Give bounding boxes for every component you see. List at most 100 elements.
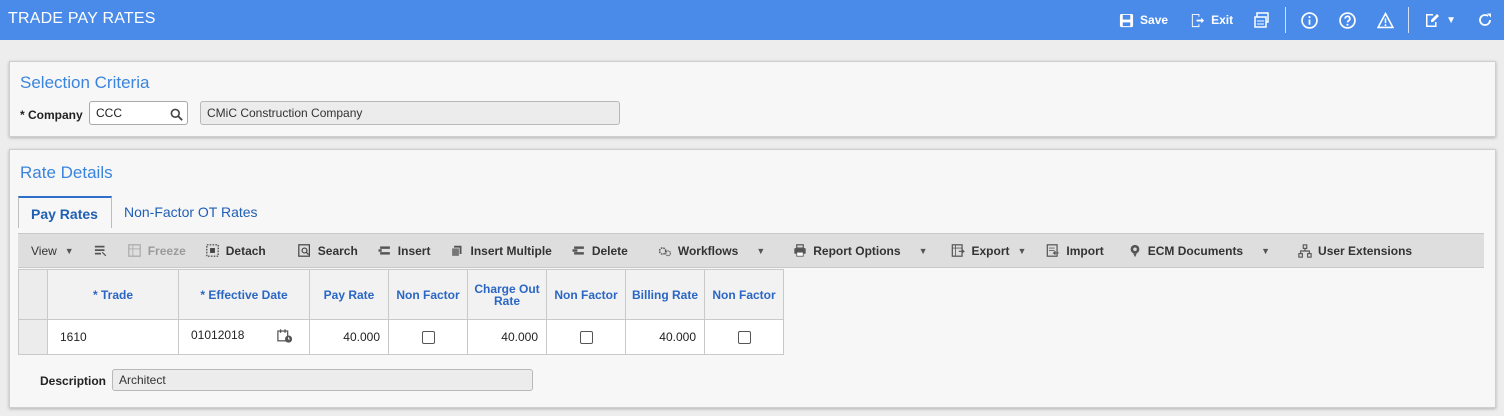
- chevron-down-icon: ▼: [756, 245, 766, 256]
- trade-cell[interactable]: 1610: [47, 319, 179, 355]
- non-factor-checkbox[interactable]: [421, 331, 435, 345]
- user-extensions-label: User Extensions: [1318, 243, 1413, 258]
- company-input[interactable]: CCC: [89, 101, 188, 125]
- help-icon: [1338, 11, 1356, 29]
- import-label: Import: [1066, 243, 1104, 258]
- table-row[interactable]: 1610 01012018 40.000 40.000 40.000: [18, 319, 784, 355]
- chevron-down-icon: ▼: [1261, 245, 1271, 256]
- edit-menu-button[interactable]: ▼: [1413, 11, 1466, 29]
- effective-date-cell[interactable]: 01012018: [178, 319, 310, 355]
- workflows-menu[interactable]: Workflows ▼: [648, 244, 775, 258]
- detach-label: Detach: [225, 243, 266, 258]
- tab-pay-rates[interactable]: Pay Rates: [18, 196, 112, 228]
- help-button[interactable]: [1328, 11, 1366, 29]
- title-bar: TRADE PAY RATES Save Exit ▼: [0, 0, 1504, 40]
- ecm-documents-icon: [1128, 244, 1142, 258]
- charge-out-rate-cell[interactable]: 40.000: [467, 319, 547, 355]
- warning-button[interactable]: [1366, 11, 1404, 29]
- filter-icon: [94, 244, 108, 258]
- selection-criteria-panel: Selection Criteria * Company CCC CMiC Co…: [9, 61, 1496, 137]
- freeze-button[interactable]: Freeze: [118, 244, 196, 258]
- chevron-down-icon: ▼: [64, 245, 74, 256]
- report-options-menu[interactable]: Report Options ▼: [783, 244, 937, 258]
- detach-icon: [206, 244, 220, 258]
- import-button[interactable]: Import: [1036, 244, 1113, 258]
- export-label: Export: [971, 243, 1010, 258]
- gears-icon: [658, 244, 672, 258]
- row-selector[interactable]: [18, 319, 48, 355]
- description-field: Architect: [112, 369, 533, 391]
- save-icon: [1117, 11, 1135, 29]
- exit-label: Exit: [1211, 13, 1234, 27]
- insert-button[interactable]: Insert: [368, 244, 441, 258]
- freeze-label: Freeze: [147, 243, 186, 258]
- search-icon[interactable]: [170, 106, 183, 128]
- delete-label: Delete: [591, 243, 628, 258]
- user-extensions-button[interactable]: User Extensions: [1288, 244, 1422, 258]
- query-by-example-button[interactable]: [84, 244, 118, 258]
- column-header-non-factor[interactable]: Non Factor: [704, 269, 784, 320]
- grid-toolbar: View ▼ Freeze Detach Search Insert Inser…: [18, 233, 1484, 268]
- edit-icon: [1423, 11, 1441, 29]
- non-factor-cell[interactable]: [388, 319, 468, 355]
- workflows-label: Workflows: [677, 243, 739, 258]
- detach-button[interactable]: Detach: [196, 244, 276, 258]
- non-factor-checkbox[interactable]: [737, 331, 751, 345]
- warning-icon: [1376, 11, 1394, 29]
- selection-criteria-title: Selection Criteria: [20, 73, 150, 92]
- delete-button[interactable]: Delete: [562, 244, 638, 258]
- print-forms-button[interactable]: [1243, 11, 1281, 29]
- report-options-label: Report Options: [813, 243, 901, 258]
- company-label: * Company: [20, 108, 83, 122]
- search-button[interactable]: Search: [288, 244, 368, 258]
- insert-multiple-button[interactable]: Insert Multiple: [440, 244, 561, 258]
- effective-date-value: 01012018: [191, 328, 245, 342]
- exit-button[interactable]: Exit: [1178, 11, 1243, 29]
- rate-details-title: Rate Details: [20, 163, 113, 182]
- save-label: Save: [1140, 13, 1169, 27]
- insert-multiple-icon: [450, 244, 464, 258]
- view-menu[interactable]: View ▼: [18, 244, 84, 258]
- separator: [1285, 7, 1287, 33]
- company-name-field: CMiC Construction Company: [200, 101, 620, 125]
- column-header-pay-rate[interactable]: Pay Rate: [309, 269, 389, 320]
- exit-icon: [1188, 11, 1206, 29]
- view-label: View: [31, 243, 57, 258]
- calendar-icon[interactable]: [277, 328, 293, 346]
- chevron-down-icon: ▼: [918, 245, 928, 256]
- table-header-row: * Trade * Effective Date Pay Rate Non Fa…: [18, 269, 784, 320]
- non-factor-cell[interactable]: [704, 319, 784, 355]
- non-factor-cell[interactable]: [546, 319, 626, 355]
- description-label: Description: [40, 374, 107, 388]
- column-header-effective-date[interactable]: * Effective Date: [178, 269, 310, 320]
- pay-rate-cell[interactable]: 40.000: [309, 319, 389, 355]
- column-header-non-factor[interactable]: Non Factor: [546, 269, 626, 320]
- info-button[interactable]: [1290, 11, 1328, 29]
- ecm-documents-menu[interactable]: ECM Documents ▼: [1118, 244, 1280, 258]
- pay-rates-table: * Trade * Effective Date Pay Rate Non Fa…: [18, 269, 784, 355]
- tab-non-factor-ot-rates[interactable]: Non-Factor OT Rates: [112, 196, 270, 228]
- import-icon: [1046, 244, 1060, 258]
- insert-label: Insert: [397, 243, 431, 258]
- export-menu[interactable]: Export ▼: [941, 244, 1036, 258]
- forms-icon: [1253, 11, 1271, 29]
- title-bar-actions: Save Exit ▼: [1107, 0, 1504, 40]
- column-header-non-factor[interactable]: Non Factor: [388, 269, 468, 320]
- chevron-down-icon: ▼: [1017, 245, 1027, 256]
- column-header-trade[interactable]: * Trade: [47, 269, 179, 320]
- non-factor-checkbox[interactable]: [579, 331, 593, 345]
- info-icon: [1300, 11, 1318, 29]
- column-header-charge-out-rate[interactable]: Charge Out Rate: [467, 269, 547, 320]
- company-value: CCC: [96, 106, 122, 120]
- ecm-documents-label: ECM Documents: [1147, 243, 1244, 258]
- billing-rate-cell[interactable]: 40.000: [625, 319, 705, 355]
- row-selector-header: [18, 269, 48, 320]
- print-icon: [793, 244, 807, 258]
- insert-row-icon: [378, 244, 392, 258]
- freeze-icon: [128, 244, 142, 258]
- delete-row-icon: [572, 244, 586, 258]
- save-button[interactable]: Save: [1107, 11, 1178, 29]
- insert-multiple-label: Insert Multiple: [470, 243, 552, 258]
- column-header-billing-rate[interactable]: Billing Rate: [625, 269, 705, 320]
- refresh-button[interactable]: [1466, 11, 1504, 29]
